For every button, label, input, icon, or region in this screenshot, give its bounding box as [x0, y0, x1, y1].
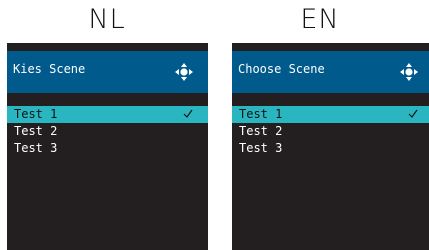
list-item[interactable]: Test 3	[7, 140, 208, 157]
screen-title: Choose Scene	[238, 62, 325, 76]
list-item[interactable]: Test 2	[7, 123, 208, 140]
checkmark-icon	[183, 109, 193, 118]
list-item[interactable]: Test 3	[232, 140, 429, 157]
language-label-en: EN	[300, 4, 340, 35]
screen-header: Choose Scene	[232, 51, 429, 93]
scene-list: Test 1 Test 2 Test 3	[7, 106, 208, 157]
device-screen-nl: Kies Scene Test 1 Test 2 Test 3	[7, 43, 208, 250]
list-item-selected[interactable]: Test 1	[232, 106, 429, 123]
list-item-label: Test 2	[239, 124, 283, 138]
list-item[interactable]: Test 2	[232, 123, 429, 140]
list-item-label: Test 3	[14, 141, 58, 155]
navigation-pad-icon[interactable]	[399, 62, 419, 82]
list-item-label: Test 2	[14, 124, 58, 138]
list-item-label: Test 3	[239, 141, 283, 155]
screen-header: Kies Scene	[7, 51, 208, 93]
list-item-selected[interactable]: Test 1	[7, 106, 208, 123]
navigation-pad-icon[interactable]	[174, 62, 194, 82]
screen-title: Kies Scene	[13, 62, 86, 76]
language-label-nl: NL	[88, 4, 126, 35]
list-item-label: Test 1	[239, 107, 283, 121]
scene-list: Test 1 Test 2 Test 3	[232, 106, 429, 157]
list-item-label: Test 1	[14, 107, 58, 121]
checkmark-icon	[408, 109, 418, 118]
device-screen-en: Choose Scene Test 1 Test 2 Test 3	[232, 43, 429, 250]
